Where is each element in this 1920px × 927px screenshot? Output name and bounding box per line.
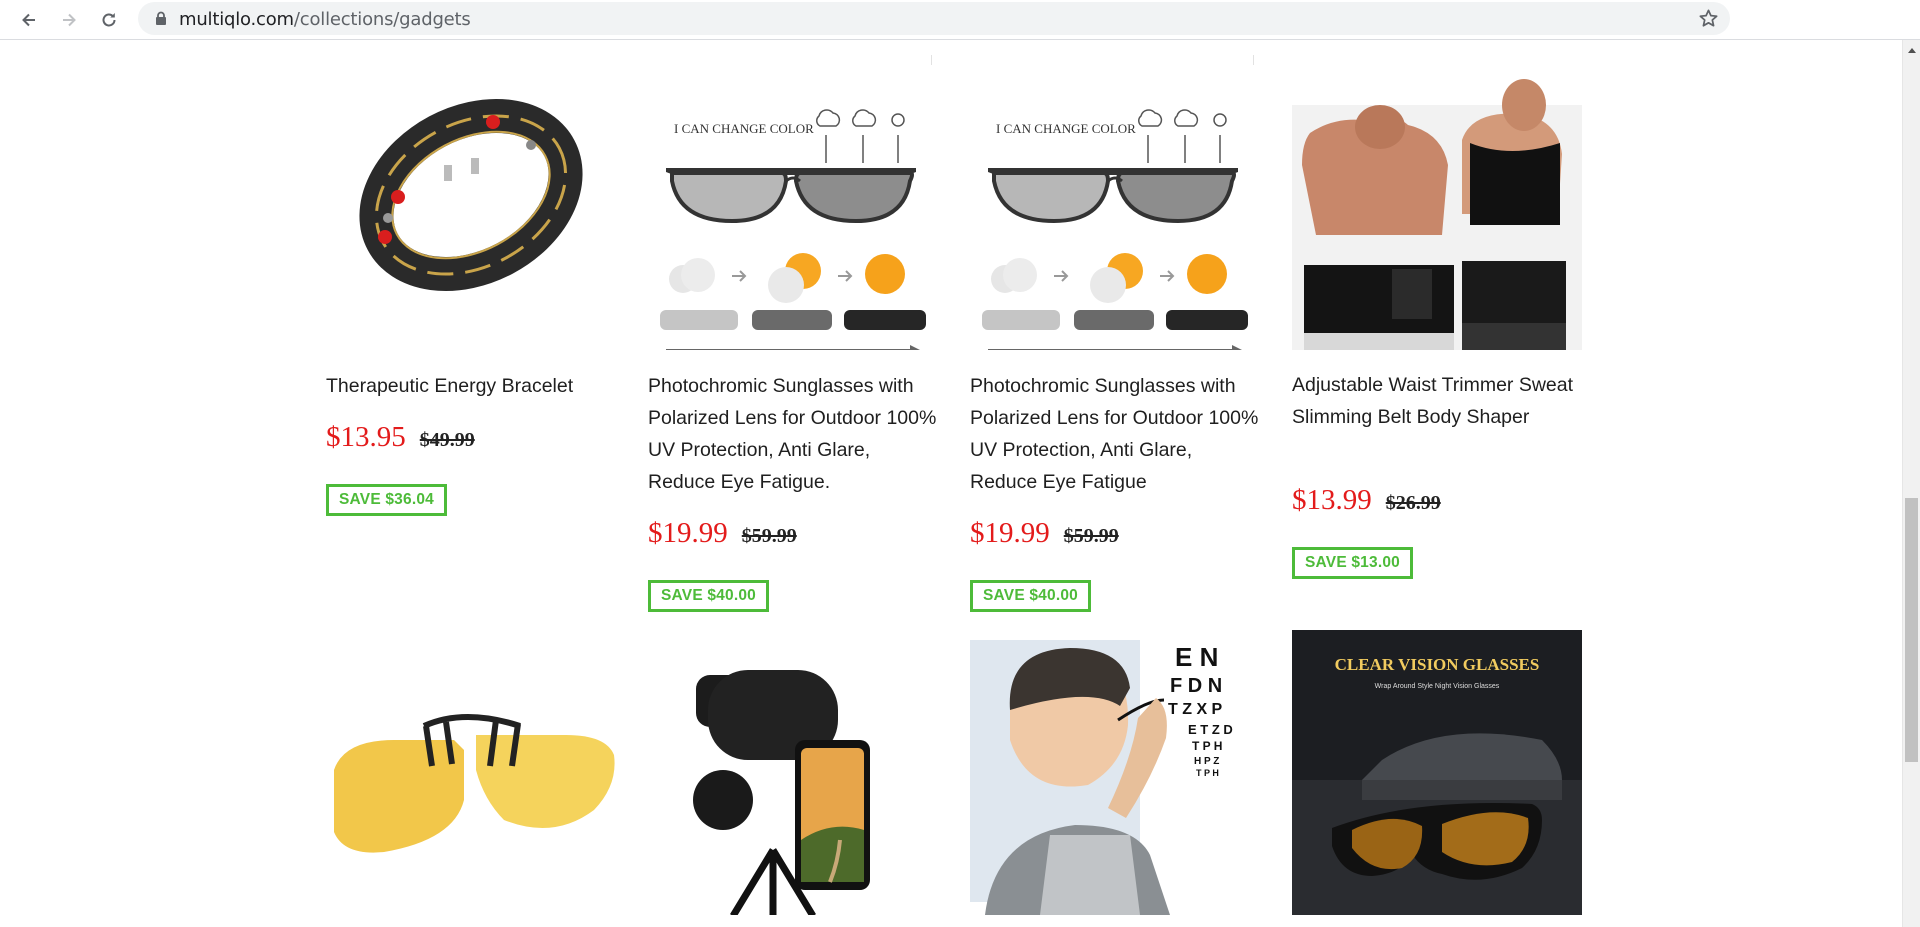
reload-button[interactable] bbox=[94, 5, 124, 35]
product-image-sunglasses[interactable]: I CAN CHANGE COLOR bbox=[970, 65, 1260, 350]
browser-toolbar: multiqlo.com/collections/gadgets bbox=[0, 0, 1920, 40]
scroll-up-arrow-icon[interactable] bbox=[1908, 48, 1916, 53]
product-grid: Therapeutic Energy Bracelet $13.95 $49.9… bbox=[0, 40, 1902, 927]
product-title[interactable]: Therapeutic Energy Bracelet bbox=[326, 370, 616, 402]
product-card[interactable]: Therapeutic Energy Bracelet $13.95 $49.9… bbox=[326, 65, 616, 525]
svg-text:H P Z: H P Z bbox=[1194, 756, 1219, 767]
product-card[interactable] bbox=[648, 630, 938, 927]
price-line: $19.99 $59.99 bbox=[648, 517, 797, 550]
product-card[interactable]: I CAN CHANGE COLOR Photochromic Sunglass… bbox=[970, 65, 1260, 625]
compare-price: $59.99 bbox=[741, 525, 797, 547]
arrow-right-icon bbox=[63, 13, 76, 27]
image-subheadline: Wrap Around Style Night Vision Glasses bbox=[1375, 683, 1500, 690]
svg-text:T P H: T P H bbox=[1192, 739, 1222, 753]
product-image-waist-belt[interactable] bbox=[1292, 65, 1582, 350]
save-badge: SAVE $40.00 bbox=[648, 580, 769, 612]
product-image-night-vision-glasses[interactable]: CLEAR VISION GLASSES Wrap Around Style N… bbox=[1292, 630, 1582, 915]
product-image-clip-on-lenses[interactable] bbox=[326, 630, 616, 915]
back-button[interactable] bbox=[14, 5, 44, 35]
forward-button[interactable] bbox=[54, 5, 84, 35]
product-title[interactable]: Adjustable Waist Trimmer Sweat Slimming … bbox=[1292, 369, 1582, 433]
svg-text:E T Z D: E T Z D bbox=[1188, 722, 1233, 737]
sale-price: $19.99 bbox=[970, 517, 1050, 549]
sale-price: $13.95 bbox=[326, 421, 406, 453]
product-card[interactable]: Adjustable Waist Trimmer Sweat Slimming … bbox=[1292, 65, 1582, 585]
image-caption: I CAN CHANGE COLOR bbox=[996, 121, 1136, 136]
product-card[interactable]: I CAN CHANGE COLOR Photochromic Sunglass… bbox=[648, 65, 938, 625]
url-path: /collections/gadgets bbox=[293, 9, 471, 30]
save-badge: SAVE $40.00 bbox=[970, 580, 1091, 612]
price-line: $13.99 $26.99 bbox=[1292, 484, 1441, 517]
product-image-bracelet[interactable] bbox=[326, 65, 616, 350]
address-bar[interactable]: multiqlo.com/collections/gadgets bbox=[138, 2, 1730, 35]
price-line: $19.99 $59.99 bbox=[970, 517, 1119, 550]
url-host: multiqlo.com bbox=[179, 9, 294, 30]
lock-icon bbox=[156, 11, 166, 25]
sale-price: $13.99 bbox=[1292, 484, 1372, 516]
compare-price: $49.99 bbox=[419, 429, 475, 451]
product-title[interactable]: Photochromic Sunglasses with Polarized L… bbox=[970, 370, 1260, 498]
compare-price: $26.99 bbox=[1385, 492, 1441, 514]
arrow-left-icon bbox=[22, 13, 35, 27]
svg-text:T Z X P: T Z X P bbox=[1168, 701, 1223, 718]
product-card[interactable]: CLEAR VISION GLASSES Wrap Around Style N… bbox=[1292, 630, 1582, 927]
product-card[interactable]: E N F D N T Z X P E T Z D T P H H P Z T … bbox=[970, 630, 1260, 927]
save-badge: SAVE $13.00 bbox=[1292, 547, 1413, 579]
url-text: multiqlo.com/collections/gadgets bbox=[179, 9, 471, 30]
compare-price: $59.99 bbox=[1063, 525, 1119, 547]
svg-text:E N: E N bbox=[1175, 642, 1218, 672]
reload-icon bbox=[102, 13, 116, 27]
image-headline: CLEAR VISION GLASSES bbox=[1335, 655, 1540, 674]
scrollbar-thumb[interactable] bbox=[1905, 498, 1918, 762]
product-image-sunglasses[interactable]: I CAN CHANGE COLOR bbox=[648, 65, 938, 350]
image-caption: I CAN CHANGE COLOR bbox=[674, 121, 814, 136]
product-image-monocular[interactable] bbox=[648, 630, 938, 915]
svg-text:T P H: T P H bbox=[1196, 768, 1219, 778]
product-title[interactable]: Photochromic Sunglasses with Polarized L… bbox=[648, 370, 938, 498]
bookmark-star-icon[interactable] bbox=[1697, 7, 1720, 30]
page-scrollbar[interactable] bbox=[1902, 40, 1920, 927]
product-image-eye-chart[interactable]: E N F D N T Z X P E T Z D T P H H P Z T … bbox=[970, 630, 1260, 915]
save-badge: SAVE $36.04 bbox=[326, 484, 447, 516]
svg-text:F D N: F D N bbox=[1170, 675, 1222, 697]
product-card[interactable] bbox=[326, 630, 616, 927]
sale-price: $19.99 bbox=[648, 517, 728, 549]
price-line: $13.95 $49.99 bbox=[326, 421, 475, 454]
